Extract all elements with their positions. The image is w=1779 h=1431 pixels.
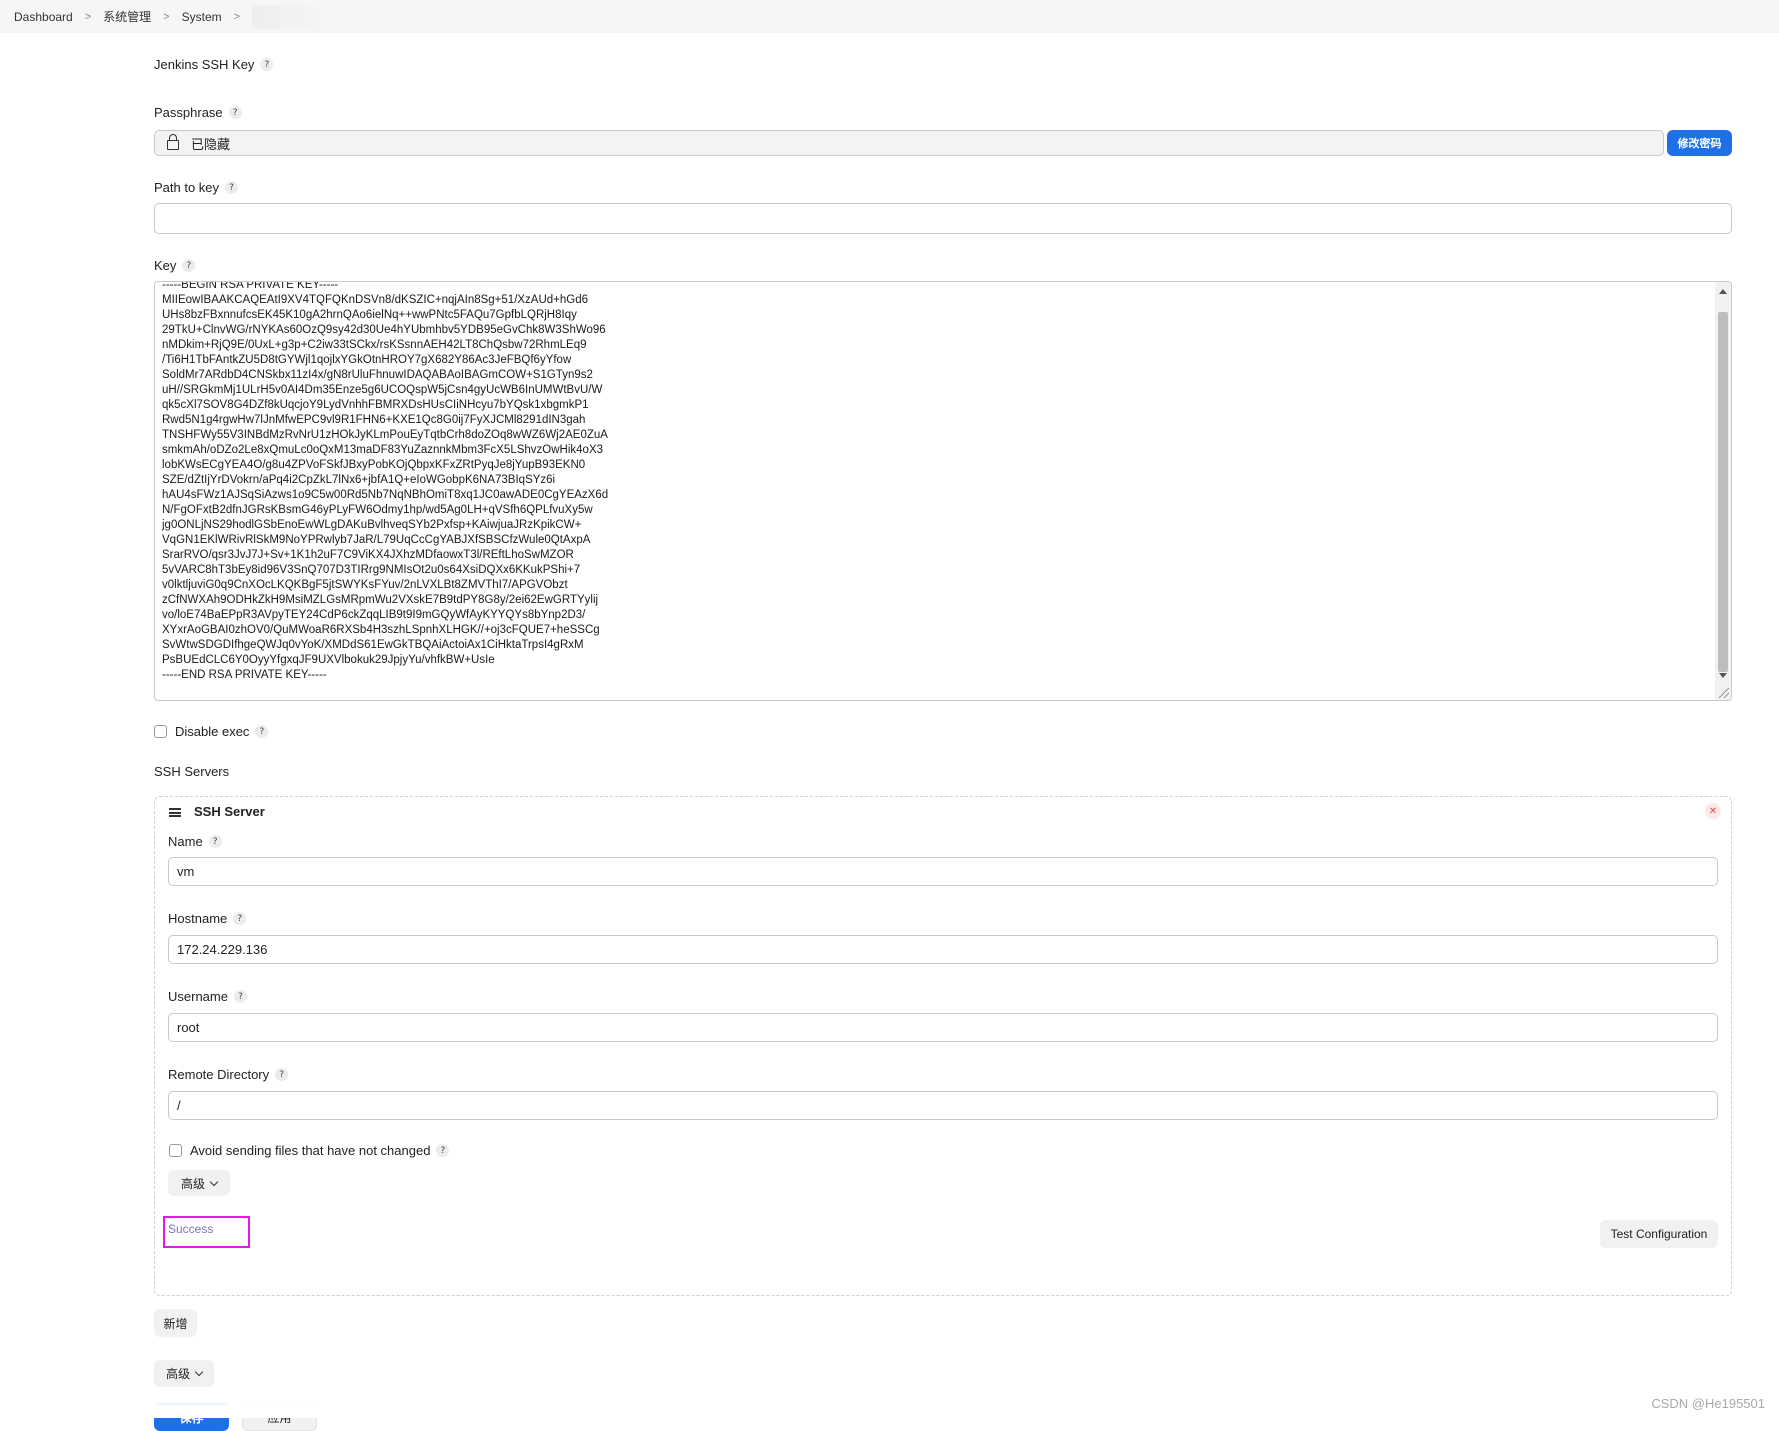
drag-handle-icon[interactable] xyxy=(169,808,181,817)
ssh-servers-section-label: SSH Servers xyxy=(154,764,230,779)
scroll-up-icon[interactable] xyxy=(1719,289,1727,294)
breadcrumb-system[interactable]: System xyxy=(178,10,226,24)
global-advanced-label: 高级 xyxy=(165,1367,190,1381)
key-line: XYxrAoGBAI0zhOV0/QuMWoaR6RXSb4H3szhLSpnh… xyxy=(162,624,600,636)
help-icon[interactable]: ? xyxy=(233,990,247,1003)
key-line: uH//SRGkmMj1ULrH5v0AI4Dm35Enze5g6UCOQspW… xyxy=(162,384,603,396)
key-line: lobKWsECgYEA4O/g8u4ZPVoFSkfJBxyPobKOjQbp… xyxy=(162,459,586,471)
key-line: SZE/dZtIjYrDVokrn/aPq4i2CpZkL7lNx6+jbfA1… xyxy=(162,474,556,486)
key-line: VqGN1EKlWRivRlSkM9NoYPRwlyb7JaR/L79UqCcC… xyxy=(162,534,591,546)
server-advanced-button[interactable]: 高级 xyxy=(168,1170,230,1196)
key-label-row: Key ? xyxy=(154,258,196,273)
key-text: -----BEGIN RSA PRIVATE KEY----- MIIEowIBA… xyxy=(162,281,1702,683)
help-icon[interactable]: ? xyxy=(225,181,239,194)
success-status-text: Success xyxy=(168,1222,214,1236)
help-icon[interactable]: ? xyxy=(208,835,222,848)
path-to-key-label: Path to key xyxy=(154,180,220,195)
key-line: jg0ONLjNS29hodlGSbEnoEwWLgDAKuBvlhveqSYb… xyxy=(162,519,582,531)
key-line: MIIEowIBAAKCAQEAtI9XV4TQFQKnDSVn8/dKSZIC… xyxy=(162,294,589,306)
key-line: zCfNWXAh9ODHkZkH9MsiMZLGsMRpmWu2VXskE7B9… xyxy=(162,594,599,606)
help-icon[interactable]: ? xyxy=(255,725,269,738)
chevron-right-icon: > xyxy=(84,10,92,23)
ssh-servers-label: SSH Servers xyxy=(154,764,229,779)
username-input[interactable]: root xyxy=(168,1013,1718,1042)
passphrase-field[interactable]: 已隐藏 xyxy=(154,130,1664,156)
lock-icon xyxy=(167,134,179,150)
key-line: PsBUEdCLC6Y0OyyYfgxqJF9UXVlbokuk29JpjyYu… xyxy=(162,654,495,666)
help-icon[interactable]: ? xyxy=(260,58,274,71)
passphrase-label: Passphrase xyxy=(154,105,223,120)
chevron-down-icon xyxy=(209,1177,219,1186)
ssh-key-section-label: Jenkins SSH Key ? xyxy=(154,57,274,72)
help-icon[interactable]: ? xyxy=(233,912,247,925)
key-line: qk5cXl7SOV8G4DZf8kUqcjoY9LydVnhhFBMRXDsH… xyxy=(162,399,589,411)
add-server-button[interactable]: 新增 xyxy=(154,1309,197,1337)
key-scrollbar[interactable] xyxy=(1715,282,1731,700)
name-input[interactable]: vm xyxy=(168,857,1718,886)
test-configuration-button[interactable]: Test Configuration xyxy=(1600,1220,1718,1248)
close-icon[interactable]: ✕ xyxy=(1705,803,1721,819)
scroll-down-icon[interactable] xyxy=(1719,673,1727,678)
key-line: vo/loE74BaEPpR3AVpyTEY24CdP6ckZqqLIB9t9I… xyxy=(162,609,586,621)
help-icon[interactable]: ? xyxy=(228,106,242,119)
key-line: 29TkU+ClnvWG/rNYKAs60OzQ9sy42d30Ue4hYUbm… xyxy=(162,324,606,336)
key-label: Key xyxy=(154,258,177,273)
breadcrumb-system-manage[interactable]: 系统管理 xyxy=(99,8,155,25)
name-label: Name xyxy=(168,834,203,849)
disable-exec-label-row: Disable exec ? xyxy=(175,724,269,739)
key-line: SrarRVO/qsr3JvJ7J+Sv+1K1h2uF7C9ViKX4JXhz… xyxy=(162,549,574,561)
watermark-text: CSDN @He195501 xyxy=(1651,1396,1765,1411)
key-line: TNSHFWy55V3INBdMzRvNrU1zHOkJyKLmPouEyTqt… xyxy=(162,429,608,441)
key-line: smkmAh/oDZo2Le8xQmuLc0oQxM13maDF83YuZazn… xyxy=(162,444,604,456)
key-line: -----END RSA PRIVATE KEY----- xyxy=(162,669,327,681)
bottom-fade xyxy=(0,1388,1779,1418)
key-line: Rwd5N1g4rgwHw7lJnMfwEPC9vl9R1FHN6+KXE1Qc… xyxy=(162,414,586,426)
scroll-thumb[interactable] xyxy=(1718,312,1728,672)
breadcrumb-dashboard[interactable]: Dashboard xyxy=(10,10,77,24)
key-line: UHs8bzFBxnnufcsEK45K10gA2hrnQAo6ielNq++w… xyxy=(162,309,577,321)
breadcrumb: Dashboard > 系统管理 > System > xyxy=(0,0,1779,33)
key-line: 5vVARC8hT3bEy8id96V3SnQ707D3TIRrg9NMIsOt… xyxy=(162,564,581,576)
key-line: N/FgOFxtB2dfnJGRsKBsmG46yPLyFW6Odmy1hp/w… xyxy=(162,504,593,516)
avoid-sending-label: Avoid sending files that have not change… xyxy=(190,1143,431,1158)
avoid-sending-checkbox[interactable] xyxy=(169,1144,182,1157)
avoid-sending-label-row: Avoid sending files that have not change… xyxy=(190,1143,450,1158)
key-line: /Ti6H1TbFAntkZU5D8tGYWjl1qojlxYGkOtnHROY… xyxy=(162,354,572,366)
chevron-right-icon: > xyxy=(233,10,241,23)
disable-exec-checkbox[interactable] xyxy=(154,725,167,738)
resize-grip-icon[interactable] xyxy=(1719,688,1729,698)
ssh-server-title: SSH Server xyxy=(194,804,265,819)
key-line: SoldMr7ARdbD4CNSkbx11zI4x/gN8rUluFhnuwID… xyxy=(162,369,593,381)
help-icon[interactable]: ? xyxy=(182,259,196,272)
path-to-key-input[interactable] xyxy=(154,203,1732,234)
breadcrumb-fade xyxy=(252,4,333,29)
key-line: v0lktljuviG0q9CnXOcLKQKBgF5jtSWYKsFYuv/2… xyxy=(162,579,568,591)
name-label-row: Name ? xyxy=(168,834,222,849)
key-line: hAU4sFWz1AJSqSiAzws1o9C5w00Rd5Nb7NqNBhOm… xyxy=(162,489,609,501)
username-label: Username xyxy=(168,989,228,1004)
help-icon[interactable]: ? xyxy=(275,1068,289,1081)
server-advanced-label: 高级 xyxy=(180,1176,205,1191)
hostname-label-row: Hostname ? xyxy=(168,911,247,926)
ssh-key-label: Jenkins SSH Key xyxy=(154,57,255,72)
remote-directory-input[interactable]: / xyxy=(168,1091,1718,1120)
chevron-right-icon: > xyxy=(163,10,170,23)
passphrase-hidden-text: 已隐藏 xyxy=(191,136,231,152)
key-line: -----BEGIN RSA PRIVATE KEY----- xyxy=(162,281,339,291)
username-label-row: Username ? xyxy=(168,989,247,1004)
key-line: nMDkim+RjQ9E/0UxL+g3p+C2iw33tSCkx/rsKSsn… xyxy=(162,339,587,351)
hostname-label: Hostname xyxy=(168,911,228,926)
disable-exec-label: Disable exec xyxy=(175,724,250,739)
passphrase-label-row: Passphrase ? xyxy=(154,105,242,120)
chevron-down-icon xyxy=(194,1367,204,1377)
global-advanced-button[interactable]: 高级 xyxy=(154,1360,214,1387)
path-to-key-label-row: Path to key ? xyxy=(154,180,239,195)
help-icon[interactable]: ? xyxy=(436,1144,450,1157)
key-textarea[interactable]: -----BEGIN RSA PRIVATE KEY----- MIIEowIBA… xyxy=(154,281,1732,701)
hostname-input[interactable]: 172.24.229.136 xyxy=(168,935,1718,964)
remote-directory-label-row: Remote Directory ? xyxy=(168,1067,289,1082)
change-password-button[interactable]: 修改密码 xyxy=(1667,130,1732,156)
key-line: SvWtwSDGDIfhgeQWJq0vYoK/XMDdS61EwGkTBQAi… xyxy=(162,639,584,651)
remote-directory-label: Remote Directory xyxy=(168,1067,270,1082)
